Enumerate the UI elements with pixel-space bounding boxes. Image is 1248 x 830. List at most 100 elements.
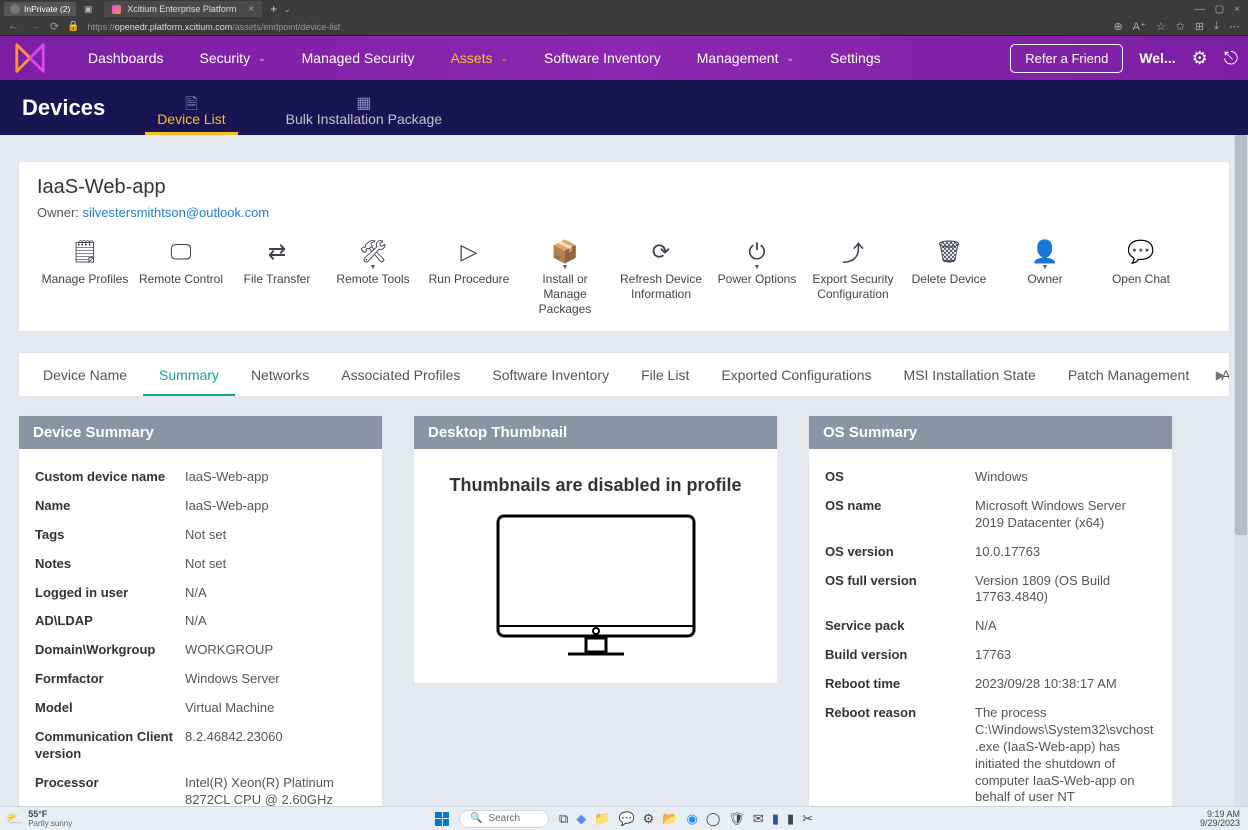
app-icon[interactable]: ▮	[787, 811, 794, 827]
gear-icon[interactable]: ⚙	[1192, 48, 1208, 69]
tab-device-name[interactable]: Device Name	[27, 352, 143, 397]
url-field[interactable]: https://openedr.platform.xcitium.com/ass…	[88, 22, 341, 32]
kv-value: N/A	[185, 613, 366, 630]
action-manage-profiles[interactable]: 🗒Manage Profiles	[37, 236, 133, 319]
taskbar-weather[interactable]: ⛅ 55°F Partly sunny	[0, 809, 72, 828]
taskbar-search[interactable]: 🔍 Search	[459, 810, 549, 828]
tab-patch-management[interactable]: Patch Management	[1052, 352, 1205, 397]
settings-app-icon[interactable]: ⚙	[643, 811, 655, 827]
favorite-icon[interactable]: ☆	[1156, 20, 1166, 33]
welcome-label[interactable]: Wel...	[1139, 50, 1175, 66]
scrollbar-thumb[interactable]	[1235, 135, 1247, 535]
app-icon[interactable]: ◆	[576, 811, 586, 827]
tabs-scroll-right-icon[interactable]: ▶	[1216, 368, 1225, 382]
chevron-down-icon: ⌄	[258, 53, 266, 64]
kv-value: 17763	[975, 647, 1156, 664]
page-title: Devices	[0, 95, 127, 135]
nav-software-inventory[interactable]: Software Inventory	[526, 36, 679, 80]
snip-icon[interactable]: ✂	[802, 811, 813, 827]
action-install-or-manage-packages[interactable]: 📦▼Install or Manage Packages	[517, 236, 613, 319]
kv-row: Domain\WorkgroupWORKGROUP	[35, 636, 366, 665]
kv-row: OSWindows	[825, 463, 1156, 492]
security-icon[interactable]: 🛡	[728, 811, 745, 827]
word-icon[interactable]: ▮	[772, 811, 779, 827]
tab-networks[interactable]: Networks	[235, 352, 325, 397]
action-label: Manage Profiles	[41, 272, 129, 300]
panels-row: Device Summary Custom device nameIaaS-We…	[18, 415, 1230, 806]
action-icon: ⇄	[233, 238, 321, 266]
panel-header: Desktop Thumbnail	[414, 416, 777, 449]
action-remote-tools[interactable]: 🛠▼Remote Tools	[325, 236, 421, 319]
downloads-icon[interactable]: ⤓	[1214, 20, 1219, 33]
edge-icon[interactable]: ◉	[686, 811, 697, 827]
subtab-device-list[interactable]: 🗎 Device List	[127, 87, 255, 135]
logout-icon[interactable]: ⎋	[1224, 48, 1238, 69]
action-remote-control[interactable]: 🖵Remote Control	[133, 236, 229, 319]
nav-refresh-icon[interactable]: ⟳	[50, 20, 59, 33]
tab-msi-installation-state[interactable]: MSI Installation State	[888, 352, 1052, 397]
action-open-chat[interactable]: 💬 Open Chat	[1093, 236, 1189, 319]
action-label: Run Procedure	[425, 272, 513, 300]
tab-overview-icon[interactable]: ▣	[76, 4, 100, 15]
search-icon: 🔍	[470, 813, 482, 824]
action-export-security-configuration[interactable]: ⤴Export Security Configuration	[805, 236, 901, 319]
nav-management[interactable]: Management⌄	[679, 36, 812, 80]
site-lock-icon[interactable]: 🔒	[67, 21, 79, 32]
kv-row: Logged in userN/A	[35, 579, 366, 608]
action-power-options[interactable]: ⏻▼Power Options	[709, 236, 805, 319]
kv-value: Virtual Machine	[185, 700, 366, 717]
app-logo[interactable]	[10, 41, 50, 76]
favorites-bar-icon[interactable]: ✩	[1176, 20, 1185, 33]
system-tray[interactable]: 9:19 AM 9/29/2023	[1200, 810, 1248, 828]
action-icon: 💬	[1097, 238, 1185, 266]
tab-associated-profiles[interactable]: Associated Profiles	[325, 352, 476, 397]
new-tab-button[interactable]: +	[270, 2, 277, 16]
tab-exported-configurations[interactable]: Exported Configurations	[705, 352, 887, 397]
device-header-card: IaaS-Web-app Owner: silvestersmithtson@o…	[18, 161, 1230, 332]
kv-value: Version 1809 (OS Build 17763.4840)	[975, 573, 1156, 607]
nav-assets[interactable]: Assets⌄	[432, 36, 526, 80]
window-close-icon[interactable]: ×	[1234, 4, 1240, 15]
collections-icon[interactable]: ⊞	[1195, 20, 1204, 33]
tab-menu-icon[interactable]: ⌄	[283, 4, 291, 15]
action-delete-device[interactable]: 🗑Delete Device	[901, 236, 997, 319]
panel-header: Device Summary	[19, 416, 382, 449]
action-refresh-device-information[interactable]: ⟳Refresh Device Information	[613, 236, 709, 319]
window-minimize-icon[interactable]: —	[1195, 4, 1205, 15]
kv-row: OS nameMicrosoft Windows Server 2019 Dat…	[825, 492, 1156, 538]
nav-settings[interactable]: Settings	[812, 36, 899, 80]
action-icon: 📦▼	[521, 238, 609, 266]
task-view-icon[interactable]: ⧉	[559, 811, 568, 827]
action-owner[interactable]: 👤▼Owner	[997, 236, 1093, 319]
action-run-procedure[interactable]: ▷Run Procedure	[421, 236, 517, 319]
url-scheme: https://	[88, 22, 115, 32]
read-aloud-icon[interactable]: A⁺	[1133, 20, 1146, 33]
nav-label: Assets	[450, 50, 492, 66]
chrome-icon[interactable]: ◯	[706, 811, 721, 827]
folder-icon[interactable]: 📂	[662, 811, 678, 827]
window-restore-icon[interactable]: ▢	[1215, 4, 1224, 15]
action-file-transfer[interactable]: ⇄File Transfer	[229, 236, 325, 319]
action-label: Open Chat	[1097, 272, 1185, 300]
tab-software-inventory[interactable]: Software Inventory	[476, 352, 625, 397]
browser-tab[interactable]: Xcitium Enterprise Platform ×	[104, 1, 262, 17]
owner-email-link[interactable]: silvestersmithtson@outlook.com	[83, 205, 270, 220]
explorer-icon[interactable]: 📁	[594, 811, 610, 827]
nav-security[interactable]: Security⌄	[182, 36, 284, 80]
nav-dashboards[interactable]: Dashboards	[70, 36, 182, 80]
mail-icon[interactable]: ✉	[753, 811, 764, 827]
weather-cond: Partly sunny	[28, 819, 72, 828]
refer-friend-button[interactable]: Refer a Friend	[1010, 44, 1123, 73]
tab-close-icon[interactable]: ×	[248, 4, 254, 15]
nav-back-icon[interactable]: ←	[8, 20, 19, 33]
kv-key: OS	[825, 469, 975, 486]
nav-managed-security[interactable]: Managed Security	[284, 36, 433, 80]
scrollbar-track[interactable]	[1234, 135, 1248, 806]
tab-file-list[interactable]: File List	[625, 352, 705, 397]
start-button[interactable]	[435, 812, 449, 826]
tab-summary[interactable]: Summary	[143, 352, 235, 397]
browser-menu-icon[interactable]: ⋯	[1229, 20, 1240, 33]
zoom-icon[interactable]: ⊕	[1113, 20, 1122, 33]
chat-icon[interactable]: 💬	[618, 811, 634, 827]
subtab-bulk-install[interactable]: ▦ Bulk Installation Package	[256, 87, 472, 135]
